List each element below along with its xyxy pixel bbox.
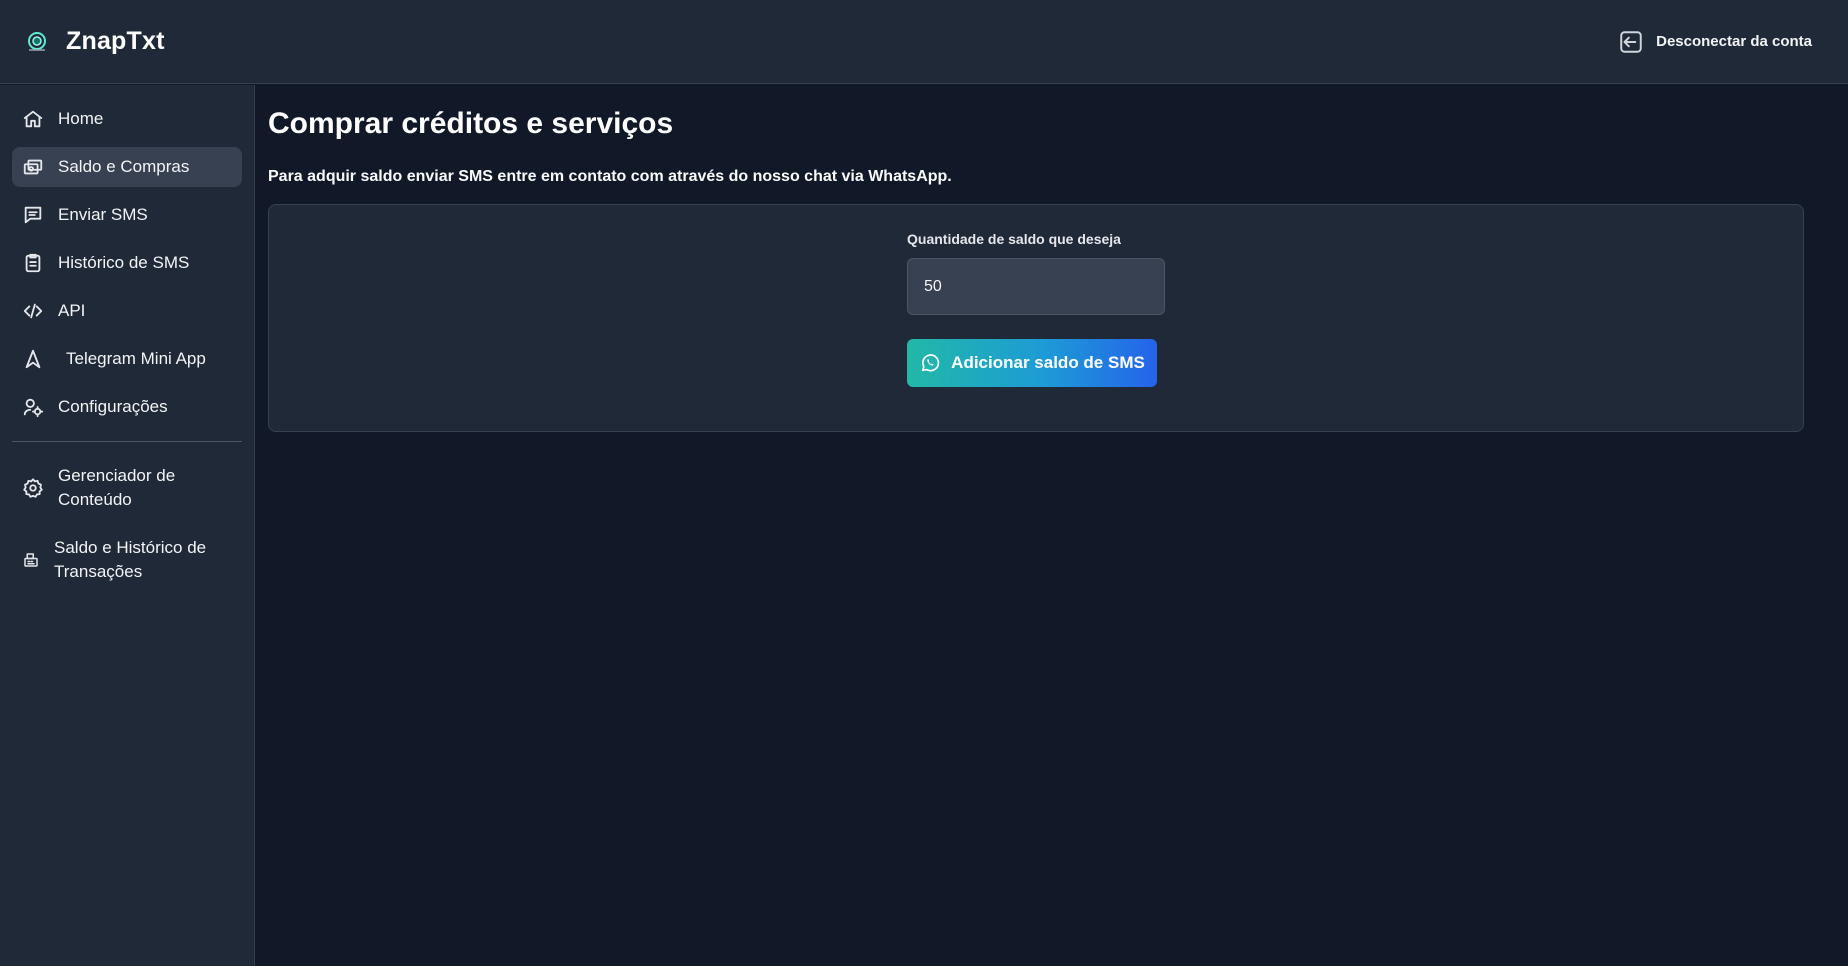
sidebar-item-label-line2: Conteúdo (58, 490, 132, 509)
sidebar-divider (12, 441, 242, 442)
brand-logo-icon (24, 29, 50, 55)
sidebar-item-label: Enviar SMS (58, 205, 148, 224)
sidebar-item-label: Saldo e Compras (58, 157, 190, 176)
sidebar-item-label-line2: Transações (54, 562, 143, 581)
user-gear-icon (23, 398, 44, 418)
sidebar-item-saldo-e-historico-de-transacoes[interactable]: Saldo e Histórico de Transações (12, 528, 242, 592)
add-sms-balance-label: Adicionar saldo de SMS (951, 353, 1145, 372)
page-description: Para adquir saldo enviar SMS entre em co… (268, 168, 952, 185)
amount-input[interactable] (907, 258, 1165, 315)
top-bar: ZnapTxt Desconectar da conta (0, 0, 1848, 84)
brand[interactable]: ZnapTxt (24, 27, 165, 56)
sidebar-item-historico-de-sms[interactable]: Histórico de SMS (12, 243, 242, 283)
sidebar-item-label: Histórico de SMS (58, 253, 190, 272)
sidebar-item-label-line1: Saldo e Histórico de (54, 538, 207, 557)
sidebar-item-configuracoes[interactable]: Configurações (12, 387, 242, 427)
add-sms-balance-button[interactable]: Adicionar saldo de SMS (907, 339, 1157, 387)
sidebar-item-label-line1: Gerenciador de (58, 466, 176, 485)
sidebar-item-label: Configurações (58, 397, 168, 416)
purchase-card: Quantidade de saldo que deseja Adicionar… (268, 204, 1804, 432)
sidebar-item-telegram-mini-app[interactable]: Telegram Mini App (12, 339, 242, 379)
sidebar: Home Saldo e Compras Enviar SMS Históric… (0, 85, 255, 966)
logout-icon (1620, 30, 1642, 53)
sidebar-item-gerenciador-de-conteudo[interactable]: Gerenciador de Conteúdo (12, 456, 242, 520)
main-content: Comprar créditos e serviços Para adquir … (256, 85, 1848, 966)
code-icon (23, 303, 43, 319)
logout-label: Desconectar da conta (1656, 33, 1812, 50)
brand-name: ZnapTxt (66, 27, 165, 55)
logout-button[interactable]: Desconectar da conta (1618, 29, 1812, 55)
navigation-icon (25, 349, 41, 369)
home-icon (23, 110, 43, 128)
wallet-icon (23, 159, 43, 175)
sidebar-item-home[interactable]: Home (12, 99, 242, 139)
sidebar-item-label: Telegram Mini App (66, 349, 206, 368)
clipboard-icon (25, 253, 41, 273)
sidebar-item-saldo-e-compras[interactable]: Saldo e Compras (12, 147, 242, 187)
cash-register-icon (24, 553, 38, 567)
sidebar-item-enviar-sms[interactable]: Enviar SMS (12, 195, 242, 235)
sidebar-item-api[interactable]: API (12, 291, 242, 331)
sidebar-item-label: API (58, 301, 86, 320)
gear-icon (23, 478, 43, 498)
page-title: Comprar créditos e serviços (268, 107, 674, 140)
message-icon (24, 206, 42, 224)
purchase-form: Quantidade de saldo que deseja Adicionar… (907, 231, 1167, 387)
amount-label: Quantidade de saldo que deseja (907, 231, 1121, 247)
sidebar-item-label: Home (58, 109, 104, 128)
whatsapp-icon (922, 354, 940, 372)
